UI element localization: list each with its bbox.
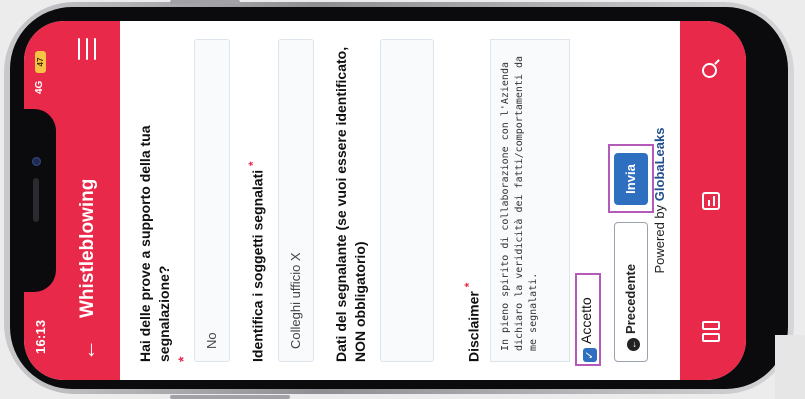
back-arrow-icon[interactable]: ← [75, 338, 100, 362]
question-reporter-data-label: Dati del segnalante (se vuoi essere iden… [333, 46, 368, 362]
question-evidence-label: Hai delle prove a supporto della tua seg… [136, 42, 193, 363]
evidence-select[interactable]: No [194, 39, 230, 362]
checkbox-checked-icon[interactable]: ✓ [583, 348, 597, 362]
phone-volume-button [170, 395, 290, 399]
question-evidence-text: Hai delle prove a supporto della tua seg… [137, 125, 172, 363]
disclaimer-label-text: Disclaimer [465, 291, 482, 362]
phone-notch [24, 109, 56, 292]
status-time: 16:13 [33, 319, 48, 354]
front-camera [32, 157, 41, 166]
accept-checkbox-row[interactable]: ✓ Accetto [578, 297, 600, 362]
previous-button[interactable]: ← Precedente [614, 222, 648, 362]
question-reported-subjects-label: Identifica i soggetti segnalati * [244, 42, 268, 362]
arrow-left-circle-icon: ← [627, 338, 640, 351]
hamburger-menu-icon[interactable] [78, 38, 96, 60]
phone-screen: 16:13 4G 47 ← Whistleblowing Hai delle p… [24, 21, 746, 380]
network-indicator: 4G [34, 80, 45, 94]
background-corner [775, 335, 805, 399]
search-icon[interactable] [700, 56, 724, 80]
required-marker: * [175, 356, 191, 362]
previous-button-label: Precedente [623, 263, 638, 334]
phone-side-button [170, 0, 240, 4]
page-title: Whistleblowing [77, 178, 98, 318]
document-icon[interactable] [700, 188, 724, 212]
powered-by-prefix: Powered by [652, 204, 667, 274]
disclaimer-text: In pieno spirito di collaborazione con l… [490, 39, 570, 362]
send-button[interactable]: Invia [614, 153, 648, 205]
globaleaks-link[interactable]: GlobaLeaks [652, 128, 667, 202]
reporter-data-textarea[interactable] [380, 39, 434, 362]
required-marker: * [247, 161, 260, 166]
required-marker: * [463, 282, 476, 288]
battery-icon: 47 [35, 51, 46, 73]
reported-subjects-input[interactable]: Colleghi ufficio X [278, 39, 314, 362]
pages-icon[interactable] [700, 319, 724, 343]
report-form: Hai delle prove a supporto della tua seg… [120, 21, 680, 380]
app-header: ← Whistleblowing [58, 21, 120, 380]
accept-label: Accetto [578, 297, 594, 344]
question-reported-subjects-text: Identifica i soggetti segnalati [249, 169, 266, 362]
powered-by: Powered by GlobaLeaks [652, 21, 680, 380]
disclaimer-label: Disclaimer * [460, 42, 484, 362]
speaker-grille [33, 178, 39, 222]
bottom-navigation [680, 21, 746, 380]
